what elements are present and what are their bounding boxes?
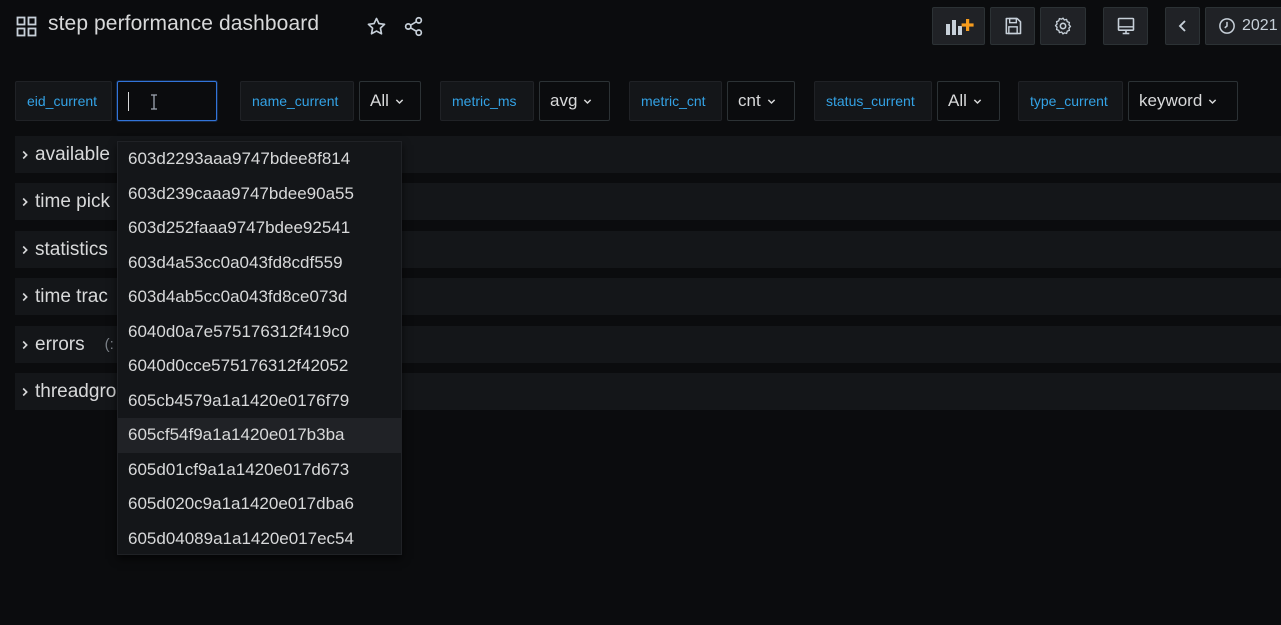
dropdown-option[interactable]: 603d252faaa9747bdee92541 — [118, 211, 401, 246]
save-icon — [1005, 17, 1021, 35]
clock-icon — [1219, 18, 1235, 34]
dropdown-option[interactable]: 6040d0a7e575176312f419c0 — [118, 315, 401, 350]
row-title: errors — [35, 333, 85, 355]
dropdown-option[interactable]: 605cb4579a1a1420e0176f79 — [118, 384, 401, 419]
time-range-label: 2021 — [1242, 17, 1278, 34]
type-current-value: keyword — [1139, 91, 1203, 110]
row-title: time pick — [35, 190, 110, 212]
chevron-right-icon — [22, 292, 28, 301]
row-title: statistics — [35, 238, 108, 260]
variable-label-name-current: name_current — [240, 81, 354, 121]
add-panel-button[interactable] — [932, 7, 985, 45]
row-title: threadgro — [35, 380, 117, 402]
chevron-down-icon — [584, 98, 592, 104]
variable-label-status-current: status_current — [814, 81, 932, 121]
metric-ms-select[interactable]: avg — [539, 81, 610, 121]
chevron-right-icon — [22, 340, 28, 349]
row-title: available — [35, 143, 110, 165]
gear-icon — [1054, 17, 1072, 35]
time-shift-back-button[interactable] — [1165, 7, 1200, 45]
metric-cnt-value: cnt — [738, 91, 761, 110]
tv-mode-icon — [1117, 17, 1134, 35]
settings-button[interactable] — [1040, 7, 1086, 45]
dashboard-title[interactable]: step performance dashboard — [48, 12, 319, 36]
chevron-down-icon — [973, 98, 982, 104]
variable-label-eid-current: eid_current — [15, 81, 112, 121]
dropdown-option[interactable]: 603d239caaa9747bdee90a55 — [118, 177, 401, 212]
status-current-value: All — [948, 91, 967, 110]
metric-cnt-select[interactable]: cnt — [727, 81, 795, 121]
row-panel-count: (: — [104, 336, 114, 353]
chevron-right-icon — [22, 150, 28, 159]
save-dashboard-button[interactable] — [990, 7, 1035, 45]
tv-mode-button[interactable] — [1103, 7, 1148, 45]
eid-options-dropdown[interactable]: 603d2293aaa9747bdee8f814 603d239caaa9747… — [117, 141, 402, 555]
apps-grid-icon[interactable] — [16, 16, 37, 37]
time-range-picker-button[interactable]: 2021 — [1205, 7, 1281, 45]
dropdown-option[interactable]: 605cf54f9a1a1420e017b3ba — [118, 418, 401, 453]
variable-label-metric-ms: metric_ms — [440, 81, 534, 121]
add-panel-icon — [945, 19, 974, 35]
metric-ms-value: avg — [550, 91, 578, 110]
chevron-left-icon — [1178, 20, 1186, 32]
dropdown-option[interactable]: 603d4a53cc0a043fd8cdf559 — [118, 246, 401, 281]
chevron-down-icon — [767, 98, 775, 104]
chevron-right-icon — [22, 387, 28, 396]
row-title: time trac — [35, 285, 108, 307]
dropdown-option[interactable]: 605d01cf9a1a1420e017d673 — [118, 453, 401, 488]
chevron-right-icon — [22, 245, 28, 254]
chevron-down-icon — [395, 98, 404, 104]
variable-label-metric-cnt: metric_cnt — [629, 81, 722, 121]
star-icon[interactable] — [366, 16, 387, 37]
dropdown-option[interactable]: 605d020c9a1a1420e017dba6 — [118, 487, 401, 522]
name-current-select[interactable]: All — [359, 81, 421, 121]
chevron-down-icon — [1209, 98, 1217, 104]
variable-label-type-current: type_current — [1018, 81, 1123, 121]
type-current-select[interactable]: keyword — [1128, 81, 1238, 121]
status-current-select[interactable]: All — [937, 81, 1000, 121]
name-current-value: All — [370, 91, 389, 110]
text-caret — [128, 92, 129, 111]
text-cursor-icon — [151, 94, 157, 110]
dropdown-option[interactable]: 605d04089a1a1420e017ec54 — [118, 522, 401, 557]
chevron-right-icon — [22, 197, 28, 206]
dropdown-option[interactable]: 603d4ab5cc0a043fd8ce073d — [118, 280, 401, 315]
share-icon[interactable] — [403, 16, 424, 37]
dropdown-option[interactable]: 603d2293aaa9747bdee8f814 — [118, 142, 401, 177]
dropdown-option[interactable]: 6040d0cce575176312f42052 — [118, 349, 401, 384]
eid-current-input[interactable] — [117, 81, 217, 121]
